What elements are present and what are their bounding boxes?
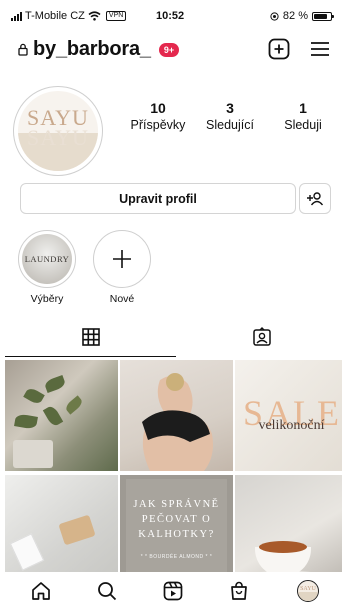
tagged-icon — [252, 327, 271, 346]
highlight-label: Nové — [109, 293, 135, 305]
status-bar: T-Mobile CZ VPN 10:52 82 % — [0, 0, 342, 30]
followers-count: 3 — [226, 100, 234, 116]
nav-home[interactable] — [30, 580, 52, 602]
nav-shop[interactable] — [228, 580, 250, 602]
stat-followers[interactable]: 3 Sledující — [201, 100, 259, 132]
wifi-icon — [88, 11, 101, 21]
vpn-badge: VPN — [105, 11, 127, 21]
posts-label: Příspěvky — [130, 118, 186, 132]
nav-avatar-logo: SAYU — [300, 586, 316, 592]
avatar-logo-shadow: SAYU — [27, 125, 89, 150]
tab-posts-grid[interactable] — [5, 327, 176, 357]
stat-following[interactable]: 1 Sleduji — [278, 100, 328, 132]
highlight-cover: LAUNDRY — [18, 230, 76, 288]
battery-percent: 82 % — [282, 10, 308, 22]
post-tile-sale[interactable]: SALE velikonoční — [235, 360, 342, 471]
care-tips-brand: * * BOURDÉE ALMOND * * — [140, 554, 213, 560]
nav-search[interactable] — [96, 580, 118, 602]
posts-count: 10 — [150, 100, 166, 116]
stat-posts[interactable]: 10 Příspěvky — [128, 100, 188, 132]
nav-profile-avatar: SAYU — [297, 580, 319, 602]
create-post-icon[interactable] — [268, 38, 290, 60]
carrier-label: T-Mobile CZ — [25, 10, 85, 22]
followers-label: Sledující — [206, 118, 254, 132]
post-tile-model[interactable] — [120, 360, 233, 471]
grid-icon — [81, 328, 100, 346]
highlight-new[interactable]: Nové — [91, 230, 153, 305]
clock: 10:52 — [156, 10, 185, 22]
search-icon — [98, 582, 117, 601]
nav-profile[interactable]: SAYU — [297, 580, 319, 602]
nav-reels[interactable] — [162, 580, 184, 602]
home-icon — [32, 582, 50, 600]
lock-icon — [18, 43, 28, 56]
post-tile-soap[interactable] — [5, 475, 118, 586]
highlight-label: Výběry — [30, 293, 64, 305]
following-count: 1 — [299, 100, 307, 116]
shop-icon — [231, 581, 247, 600]
reels-icon — [163, 581, 183, 601]
profile-avatar[interactable]: SAYU SAYU — [13, 86, 103, 176]
post-tile-plants[interactable] — [5, 360, 118, 471]
highlight-cover-text: LAUNDRY — [22, 234, 72, 284]
avatar-image: SAYU SAYU — [18, 91, 98, 171]
header-actions — [268, 38, 330, 60]
status-right: 82 % — [270, 10, 334, 22]
tab-tagged[interactable] — [176, 327, 342, 357]
signal-icon — [11, 11, 22, 21]
care-tips-text: JAK SPRÁVNĚ PEČOVAT O KALHOTKY? — [133, 499, 220, 540]
add-person-icon — [307, 191, 324, 205]
post-tile-care-tips[interactable]: JAK SPRÁVNĚ PEČOVAT O KALHOTKY? * * BOUR… — [120, 475, 233, 586]
location-icon — [270, 11, 279, 21]
new-highlight-circle — [93, 230, 151, 288]
highlight-vybery[interactable]: LAUNDRY Výběry — [16, 230, 78, 305]
discover-people-button[interactable] — [299, 183, 331, 214]
username[interactable]: by_barbora_ — [33, 38, 151, 61]
plus-icon — [113, 250, 131, 268]
notification-badge[interactable]: 9+ — [158, 42, 180, 57]
account-switcher[interactable]: by_barbora_ 9+ — [18, 38, 180, 61]
sale-subtitle: velikonoční — [258, 418, 325, 433]
status-left: T-Mobile CZ VPN — [11, 10, 127, 22]
post-tile-tea[interactable] — [235, 475, 342, 586]
edit-profile-button[interactable]: Upravit profil — [20, 183, 296, 214]
menu-icon[interactable] — [310, 41, 330, 57]
bottom-nav: SAYU — [0, 572, 342, 605]
battery-icon — [312, 11, 334, 21]
following-label: Sleduji — [284, 118, 322, 132]
active-tab-indicator — [5, 356, 176, 357]
profile-header: by_barbora_ 9+ — [0, 32, 342, 66]
